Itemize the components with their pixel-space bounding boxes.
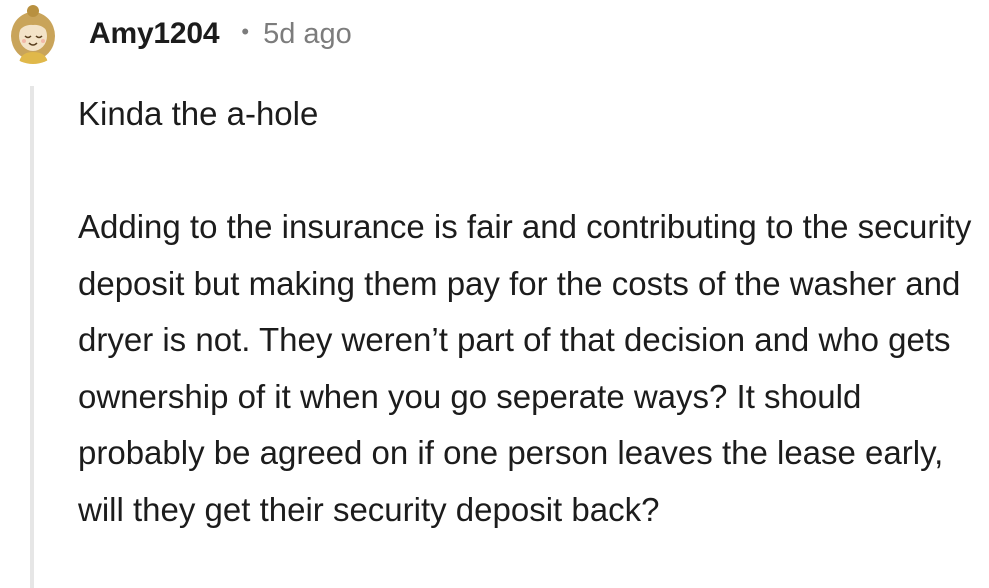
meta-separator: • <box>241 19 250 44</box>
comment-paragraph: Kinda the a-hole <box>78 95 319 132</box>
comment-body: Kinda the a-hole Adding to the insurance… <box>78 86 978 538</box>
comment-timestamp[interactable]: 5d ago <box>263 18 352 51</box>
thread-line[interactable] <box>30 86 34 588</box>
cartoon-girl-avatar-icon <box>2 2 64 64</box>
author-username[interactable]: Amy1204 <box>89 17 220 51</box>
avatar[interactable] <box>2 2 64 64</box>
comment: Amy1204 • 5d ago Kinda the a-hole Adding… <box>0 0 989 588</box>
comment-header: Amy1204 • 5d ago <box>89 12 352 56</box>
comment-paragraph: Adding to the insurance is fair and cont… <box>78 208 972 528</box>
